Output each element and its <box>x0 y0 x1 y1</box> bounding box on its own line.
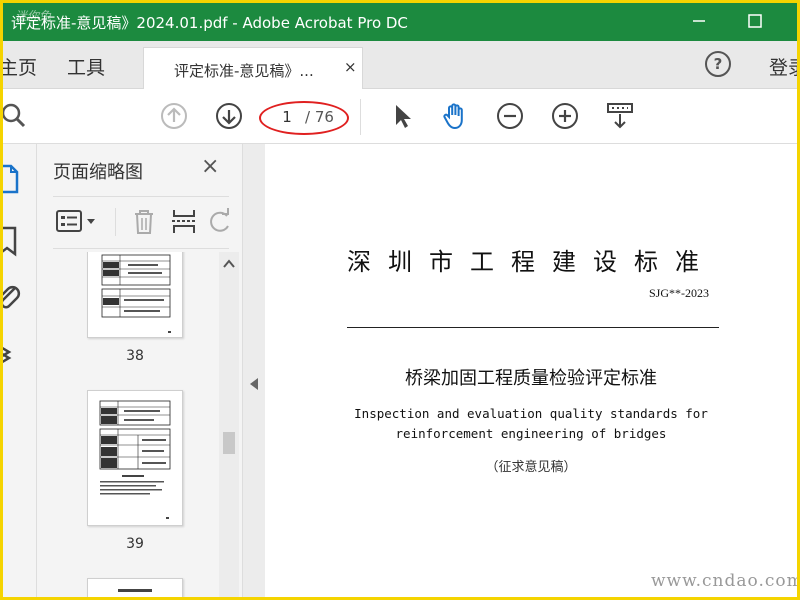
collapse-arrow-icon[interactable] <box>250 378 258 390</box>
thumbnail-38-content <box>101 254 171 333</box>
scroll-mode-icon[interactable] <box>605 101 635 131</box>
app-window: 评定标准-意见稿》2024.01.pdf - Adobe Acrobat Pro… <box>3 3 797 597</box>
thumbnail-page-38[interactable] <box>87 252 183 338</box>
panel-tool-divider <box>115 208 116 236</box>
panel-divider-2 <box>53 248 229 249</box>
layers-icon[interactable] <box>3 338 23 372</box>
zoom-in-icon[interactable] <box>550 101 580 131</box>
sign-in-link[interactable]: 登录 <box>769 53 797 80</box>
thumbnail-list: 38 39 <box>37 252 223 597</box>
hand-tool-icon[interactable] <box>440 101 470 131</box>
standard-code: SJG**-2023 <box>649 286 710 300</box>
scroll-thumb[interactable] <box>223 432 235 454</box>
standard-heading: 深圳市工程建设标准 <box>347 248 716 276</box>
thumbnail-panel: 页面缩略图 × 38 39 <box>37 144 243 597</box>
search-icon[interactable] <box>3 101 29 131</box>
document-tab-label: 评定标准-意见稿》... <box>174 62 314 80</box>
delete-icon[interactable] <box>129 206 159 236</box>
page-thumbnails-icon[interactable] <box>3 162 23 196</box>
thumbnail-scrollbar[interactable] <box>219 252 239 597</box>
tab-home[interactable]: 主页 <box>3 53 37 80</box>
document-title-en-line2: reinforcement engineering of bridges <box>395 426 667 441</box>
draft-label: （征求意见稿） <box>485 460 577 475</box>
panel-title: 页面缩略图 <box>53 162 143 183</box>
tab-tools[interactable]: 工具 <box>67 53 105 80</box>
document-rule <box>347 327 719 328</box>
red-annotation-ellipse <box>259 101 349 135</box>
document-title-en-line1: Inspection and evaluation quality standa… <box>354 406 708 421</box>
page-up-icon[interactable] <box>159 101 189 131</box>
select-cursor-icon[interactable] <box>387 101 417 131</box>
title-bar: 评定标准-意见稿》2024.01.pdf - Adobe Acrobat Pro… <box>3 3 797 41</box>
document-view: 深圳市工程建设标准 SJG**-2023 桥梁加固工程质量检验评定标准 Insp… <box>265 144 797 597</box>
bookmark-icon[interactable] <box>3 224 23 258</box>
thumbnail-options-icon[interactable] <box>53 206 99 236</box>
thumbnail-40-content <box>118 589 152 592</box>
help-icon[interactable]: ? <box>705 51 731 77</box>
close-tab-icon[interactable]: × <box>344 58 357 76</box>
extract-pages-icon[interactable] <box>169 206 199 236</box>
thumbnail-39-content <box>99 400 171 519</box>
thumbnail-label-38: 38 <box>126 348 144 364</box>
zoom-out-icon[interactable] <box>495 101 525 131</box>
thumbnail-page-39[interactable] <box>87 390 183 526</box>
panel-divider <box>53 196 229 197</box>
maximize-icon[interactable] <box>741 7 769 35</box>
document-tab[interactable]: 评定标准-意见稿》... × <box>143 47 363 89</box>
page-down-icon[interactable] <box>214 101 244 131</box>
rotate-icon[interactable] <box>207 206 233 236</box>
panel-collapse-strip[interactable] <box>243 144 265 597</box>
watermark-logo: 迷你兔 <box>15 9 52 23</box>
toolbar: 1 / 76 <box>3 89 797 144</box>
toolbar-divider <box>360 99 361 135</box>
thumbnail-label-39: 39 <box>126 536 144 552</box>
thumbnail-page-40[interactable] <box>87 578 183 597</box>
scroll-up-icon[interactable] <box>222 258 236 270</box>
close-panel-icon[interactable]: × <box>201 154 219 179</box>
site-watermark: www.cndao.com <box>651 571 797 591</box>
tab-bar: 主页 工具 评定标准-意见稿》... × ? 登录 <box>3 41 797 89</box>
minimize-icon[interactable] <box>685 7 713 35</box>
left-rail <box>3 144 37 597</box>
document-title-cn: 桥梁加固工程质量检验评定标准 <box>405 368 657 389</box>
window-title: 评定标准-意见稿》2024.01.pdf - Adobe Acrobat Pro… <box>11 14 408 32</box>
attachment-icon[interactable] <box>3 280 23 314</box>
